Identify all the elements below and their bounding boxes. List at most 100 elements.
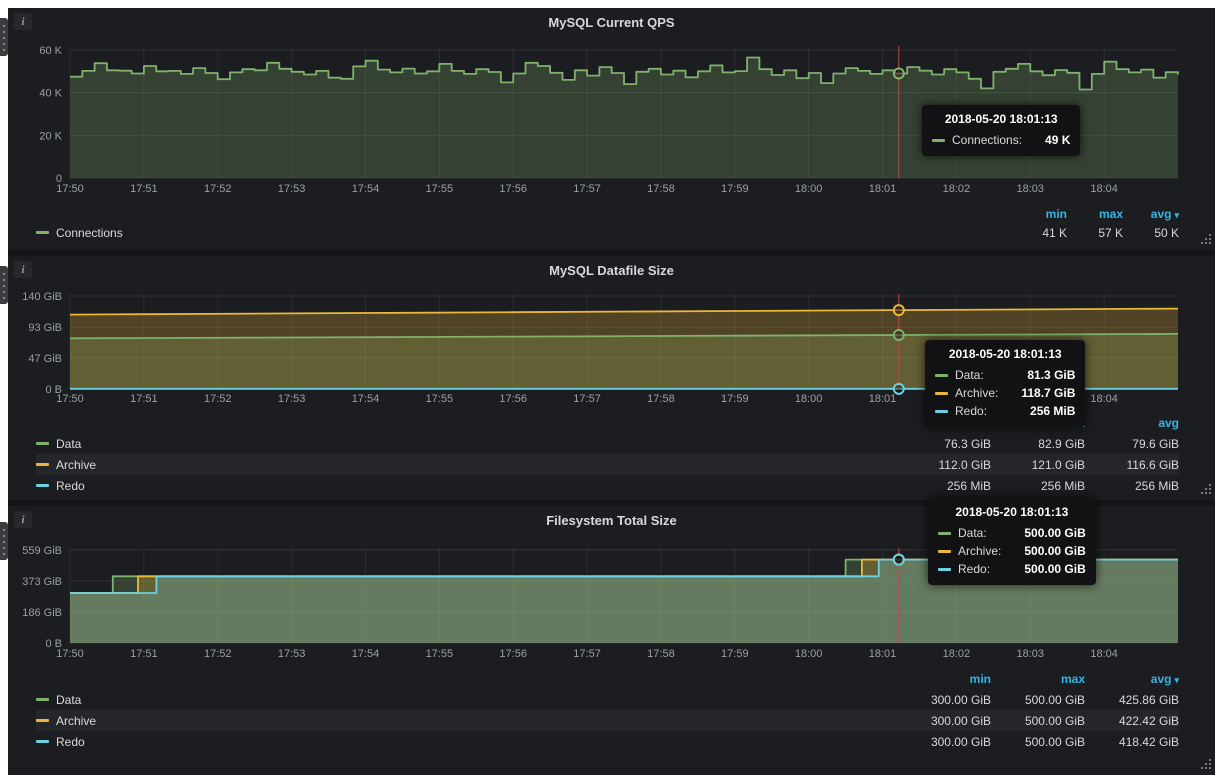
x-tick-label: 18:02 (943, 648, 971, 660)
legend-sort-max[interactable]: max (997, 672, 1085, 686)
legend-max-value: 500.00 GiB (997, 735, 1085, 749)
legend-header-row: minmax avg▾ (36, 668, 1179, 689)
tooltip-series-value: 49 K (1029, 131, 1070, 149)
x-tick-label: 18:00 (795, 393, 823, 405)
x-tick-label: 18:04 (1090, 648, 1118, 660)
x-tick-label: 18:04 (1090, 183, 1118, 195)
crosshair-marker (894, 384, 904, 394)
x-tick-label: 18:02 (943, 183, 971, 195)
legend-avg-value: 418.42 GiB (1091, 735, 1179, 749)
tooltip-series-label: Archive: (955, 384, 998, 402)
panel-title[interactable]: MySQL Datafile Size (8, 256, 1215, 286)
x-tick-label: 17:58 (647, 648, 675, 660)
legend-row: Connections41 K57 K50 K (36, 223, 1179, 242)
tooltip-series-label: Data: (955, 366, 984, 384)
series-color-dash-icon (36, 719, 49, 722)
series-color-dash-icon (938, 532, 951, 535)
graph-tooltip: 2018-05-20 18:01:13Data:500.00 GiBArchiv… (928, 498, 1096, 585)
tooltip-series-value: 500.00 GiB (1008, 560, 1085, 578)
panel-drag-handle-icon[interactable] (0, 18, 8, 56)
legend-max-value: 256 MiB (997, 479, 1085, 493)
x-tick-label: 18:00 (795, 183, 823, 195)
y-tick-label: 186 GiB (22, 607, 62, 619)
tooltip-series-row: Redo:500.00 GiB (938, 560, 1086, 578)
x-tick-label: 17:56 (499, 183, 527, 195)
legend-avg-value: 116.6 GiB (1091, 458, 1179, 472)
legend-min-value: 256 MiB (903, 479, 991, 493)
legend-item-connections[interactable]: Connections (36, 226, 123, 240)
x-tick-label: 18:03 (1017, 648, 1045, 660)
legend-item-label: Redo (56, 735, 85, 749)
legend-sort-avg[interactable]: avg (1091, 416, 1179, 430)
series-color-dash-icon (938, 550, 951, 553)
panel-drag-handle-icon[interactable] (0, 266, 8, 304)
panel-drag-handle-icon[interactable] (0, 522, 8, 560)
info-icon[interactable]: i (14, 261, 32, 278)
tooltip-series-row: Connections:49 K (932, 131, 1070, 149)
x-tick-label: 17:51 (130, 648, 158, 660)
tooltip-series-label: Redo: (955, 402, 987, 420)
legend-item-archive[interactable]: Archive (36, 714, 96, 728)
panel-title[interactable]: MySQL Current QPS (8, 8, 1215, 38)
x-tick-label: 17:55 (426, 648, 454, 660)
resize-handle-icon[interactable] (1199, 759, 1211, 771)
x-tick-label: 18:04 (1090, 393, 1118, 405)
grafana-dashboard: i MySQL Current QPS 17:5017:5117:5217:53… (8, 8, 1215, 775)
x-tick-label: 17:54 (352, 648, 380, 660)
legend: minmax avg▾ Connections41 K57 K50 K (8, 204, 1215, 242)
legend-row: Redo256 MiB256 MiB256 MiB (36, 475, 1179, 496)
legend-item-archive[interactable]: Archive (36, 458, 96, 472)
legend-sort-min[interactable]: min (903, 672, 991, 686)
y-tick-label: 373 GiB (22, 576, 62, 588)
legend-max-value: 57 K (1075, 226, 1123, 240)
legend-item-data[interactable]: Data (36, 437, 81, 451)
series-color-dash-icon (935, 374, 948, 377)
legend-min-value: 76.3 GiB (903, 437, 991, 451)
resize-handle-icon[interactable] (1199, 234, 1211, 246)
resize-handle-icon[interactable] (1199, 484, 1211, 496)
crosshair-marker (894, 555, 904, 565)
legend-sort-max[interactable]: max (1075, 207, 1123, 221)
info-icon[interactable]: i (14, 13, 32, 30)
legend: minmax avg▾ Data 300.00 GiB 500.00 GiB 425.86… (8, 668, 1215, 752)
legend-sort-min[interactable]: min (1019, 207, 1067, 221)
x-tick-label: 17:56 (499, 648, 527, 660)
x-tick-label: 17:53 (278, 648, 306, 660)
x-tick-label: 17:59 (721, 183, 749, 195)
tooltip-series-row: Data:500.00 GiB (938, 524, 1086, 542)
y-tick-label: 47 GiB (28, 353, 62, 365)
legend-min-value: 300.00 GiB (903, 693, 991, 707)
x-tick-label: 17:57 (573, 393, 601, 405)
legend-sort-avg[interactable]: avg▾ (1091, 672, 1179, 686)
y-tick-label: 0 B (45, 384, 62, 396)
crosshair-marker (894, 68, 904, 78)
crosshair-marker (894, 330, 904, 340)
x-tick-label: 17:58 (647, 183, 675, 195)
info-icon[interactable]: i (14, 511, 32, 528)
x-tick-label: 18:01 (869, 183, 897, 195)
legend-item-data[interactable]: Data (36, 693, 81, 707)
x-tick-label: 18:00 (795, 648, 823, 660)
y-tick-label: 40 K (39, 88, 62, 100)
x-tick-label: 17:51 (130, 183, 158, 195)
x-tick-label: 18:01 (869, 393, 897, 405)
y-tick-label: 93 GiB (28, 322, 62, 334)
series-color-dash-icon (935, 410, 948, 413)
tooltip-timestamp: 2018-05-20 18:01:13 (938, 505, 1086, 519)
series-color-dash-icon (36, 442, 49, 445)
legend-item-redo[interactable]: Redo (36, 479, 85, 493)
legend-max-value: 121.0 GiB (997, 458, 1085, 472)
series-color-dash-icon (932, 139, 945, 142)
legend-item-redo[interactable]: Redo (36, 735, 85, 749)
legend-avg-value: 425.86 GiB (1091, 693, 1179, 707)
sort-caret-icon: ▾ (1174, 675, 1179, 685)
legend-row: Data300.00 GiB500.00 GiB425.86 GiB (36, 689, 1179, 710)
x-tick-label: 17:56 (499, 393, 527, 405)
series-color-dash-icon (36, 698, 49, 701)
tooltip-series-value: 500.00 GiB (1008, 542, 1085, 560)
legend-sort-avg[interactable]: avg▾ (1131, 207, 1179, 221)
tooltip-series-row: Redo:256 MiB (935, 402, 1075, 420)
x-tick-label: 17:55 (426, 393, 454, 405)
x-tick-label: 17:57 (573, 183, 601, 195)
legend-min-value: 112.0 GiB (903, 458, 991, 472)
